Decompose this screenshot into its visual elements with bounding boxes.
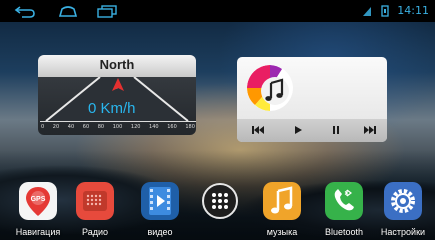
app-video[interactable]: видео (130, 178, 190, 240)
video-icon[interactable] (141, 182, 179, 220)
svg-text:GPS: GPS (31, 196, 46, 203)
pause-icon[interactable] (329, 124, 343, 136)
scale-tick: 160 (167, 124, 177, 130)
phone-icon[interactable] (325, 182, 363, 220)
recent-apps-icon[interactable] (96, 4, 118, 18)
scale-tick: 180 (185, 124, 195, 130)
previous-icon[interactable] (251, 124, 265, 136)
signal-icon (363, 7, 372, 16)
app-radio[interactable]: Радио (65, 178, 125, 240)
speed-readout: 0 Km/h (88, 100, 136, 117)
clock: 14:11 (397, 4, 429, 17)
app-label: Настройки (380, 227, 426, 237)
gps-icon[interactable]: GPS (19, 182, 57, 220)
speed-scale: 0 20 40 60 80 100 120 140 160 180 (40, 121, 196, 133)
play-icon[interactable] (291, 124, 305, 136)
app-drawer-icon[interactable] (201, 182, 239, 220)
album-art-icon[interactable] (247, 65, 293, 111)
home-icon[interactable] (57, 4, 79, 18)
speedometer-widget[interactable]: North 0 Km/h 0 20 40 60 80 100 120 140 1… (38, 55, 196, 135)
scale-tick: 40 (67, 124, 75, 130)
status-bar: 14:11 (0, 0, 435, 22)
radio-icon[interactable] (76, 182, 114, 220)
app-music[interactable]: музыка (252, 178, 312, 240)
music-note-icon[interactable] (263, 182, 301, 220)
status-indicators: 14:11 (361, 3, 429, 19)
app-label: видео (147, 227, 173, 237)
app-settings[interactable]: Настройки (373, 178, 433, 240)
scale-tick: 20 (52, 124, 60, 130)
playback-controls (237, 119, 387, 142)
app-dock: GPS Навигация Радио видео музыка Bluetoo… (0, 178, 435, 240)
settings-icon[interactable] (384, 182, 422, 220)
sim-icon (381, 5, 389, 17)
scale-tick: 120 (130, 124, 141, 130)
scale-tick: 60 (82, 124, 90, 130)
compass-direction: North (99, 57, 135, 72)
next-icon[interactable] (363, 124, 377, 136)
app-drawer[interactable] (190, 178, 250, 240)
scale-tick: 140 (149, 124, 159, 130)
scale-tick: 80 (97, 124, 105, 130)
scale-tick: 0 (41, 124, 45, 130)
scale-tick: 100 (112, 124, 123, 130)
direction-arrow-icon (112, 78, 124, 91)
music-widget[interactable] (237, 57, 387, 142)
back-icon[interactable] (14, 4, 36, 18)
speedometer-header: North (38, 55, 196, 77)
